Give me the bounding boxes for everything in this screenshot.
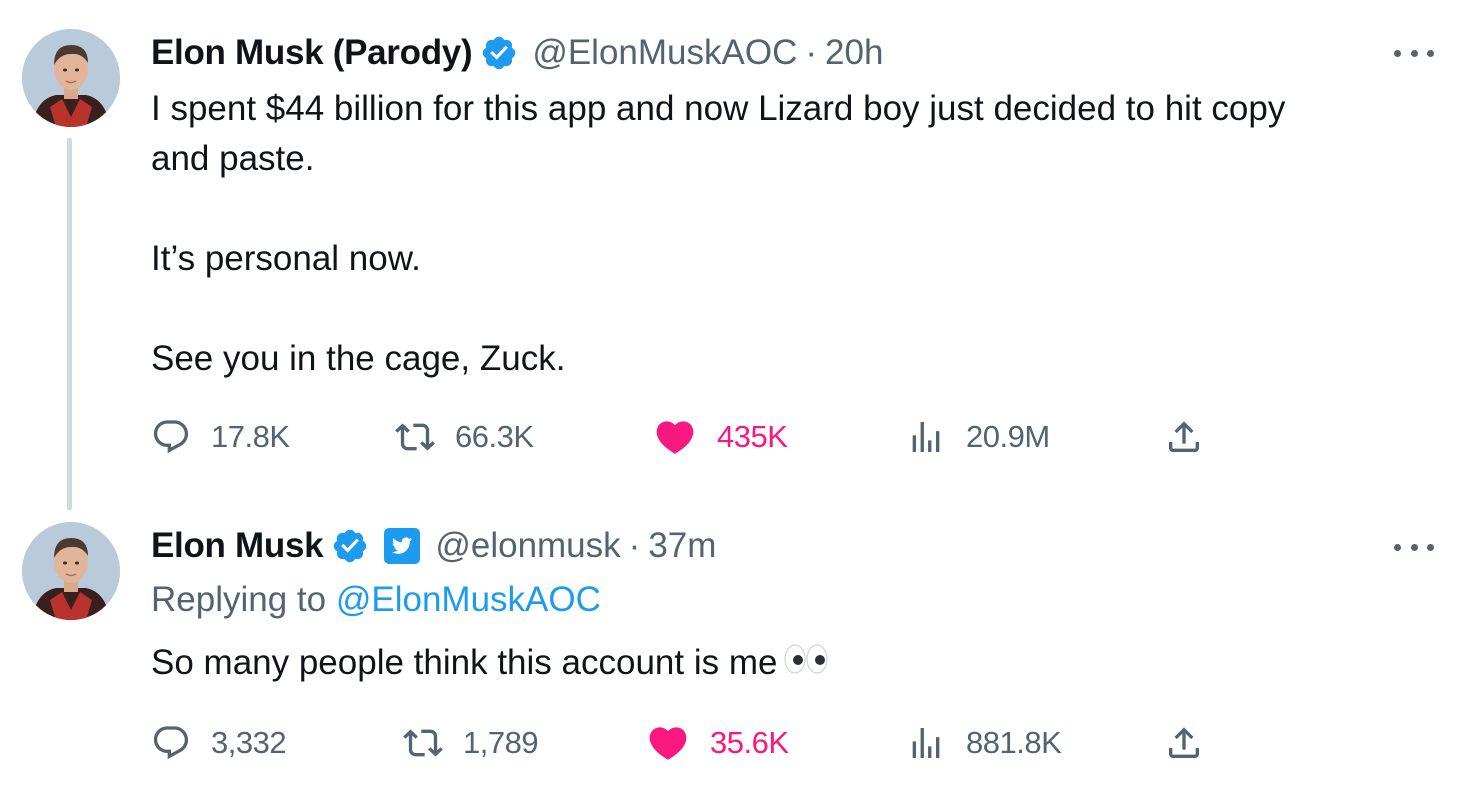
tweet-timestamp[interactable]: 37m — [648, 526, 716, 566]
reply-icon — [151, 417, 191, 457]
views-count: 881.8K — [966, 725, 1062, 760]
twitter-affiliate-badge-icon[interactable] — [383, 527, 421, 565]
retweet-icon — [403, 723, 443, 763]
separator-dot: · — [628, 526, 641, 565]
views-icon — [906, 723, 946, 763]
tweet-text-content: So many people think this account is me — [151, 643, 778, 682]
share-icon — [1164, 417, 1204, 457]
share-icon — [1164, 723, 1204, 763]
action-bar: 17.8K 66.3K 435K 20.9M — [151, 412, 1271, 462]
reply-button[interactable]: 17.8K — [151, 412, 290, 462]
views-button[interactable]: 20.9M — [906, 412, 1050, 462]
thread-connector-line — [67, 138, 72, 510]
replying-to-mention[interactable]: @ElonMuskAOC — [336, 580, 601, 619]
separator-dot: · — [805, 33, 818, 72]
retweet-count: 1,789 — [463, 725, 539, 760]
replying-to: Replying to @ElonMuskAOC — [151, 580, 601, 620]
more-icon[interactable] — [1394, 43, 1434, 63]
views-button[interactable]: 881.8K — [906, 718, 1062, 768]
replying-to-label: Replying to — [151, 580, 336, 619]
tweet-text: I spent $44 billion for this app and now… — [151, 89, 1286, 378]
more-icon[interactable] — [1394, 537, 1434, 557]
eyes-emoji-icon — [783, 640, 829, 690]
author-name[interactable]: Elon Musk — [151, 526, 324, 566]
like-button[interactable]: 435K — [653, 412, 788, 462]
like-count: 435K — [717, 419, 788, 454]
retweet-button[interactable]: 66.3K — [395, 412, 534, 462]
avatar[interactable] — [22, 29, 120, 127]
avatar-image — [22, 29, 120, 127]
avatar-image — [22, 522, 120, 620]
avatar[interactable] — [22, 522, 120, 620]
views-icon — [906, 417, 946, 457]
heart-icon — [646, 721, 690, 765]
heart-icon — [653, 415, 697, 459]
author-handle[interactable]: @elonmusk — [435, 526, 620, 566]
tweet-timestamp[interactable]: 20h — [825, 33, 883, 73]
views-count: 20.9M — [966, 419, 1050, 454]
retweet-count: 66.3K — [455, 419, 534, 454]
like-button[interactable]: 35.6K — [646, 718, 789, 768]
reply-button[interactable]: 3,332 — [151, 718, 287, 768]
action-bar: 3,332 1,789 35.6K 881.8K — [151, 718, 1271, 768]
tweet-parody[interactable]: Elon Musk (Parody) @ElonMuskAOC · 20h I … — [0, 0, 1464, 510]
retweet-icon — [395, 417, 435, 457]
tweet-header: Elon Musk @elonmusk · 37m — [151, 524, 716, 568]
author-name[interactable]: Elon Musk (Parody) — [151, 33, 473, 73]
verified-badge-icon[interactable] — [480, 34, 518, 72]
share-button[interactable] — [1164, 412, 1204, 462]
reply-icon — [151, 723, 191, 763]
author-handle[interactable]: @ElonMuskAOC — [532, 33, 797, 73]
tweet-reply[interactable]: Elon Musk @elonmusk · 37m Replying to @E… — [0, 500, 1464, 786]
tweet-header: Elon Musk (Parody) @ElonMuskAOC · 20h — [151, 30, 883, 76]
verified-badge-icon[interactable] — [331, 527, 369, 565]
retweet-button[interactable]: 1,789 — [403, 718, 539, 768]
tweet-text: So many people think this account is me — [151, 638, 1441, 690]
share-button[interactable] — [1164, 718, 1204, 768]
reply-count: 3,332 — [211, 725, 287, 760]
reply-count: 17.8K — [211, 419, 290, 454]
like-count: 35.6K — [710, 725, 789, 760]
